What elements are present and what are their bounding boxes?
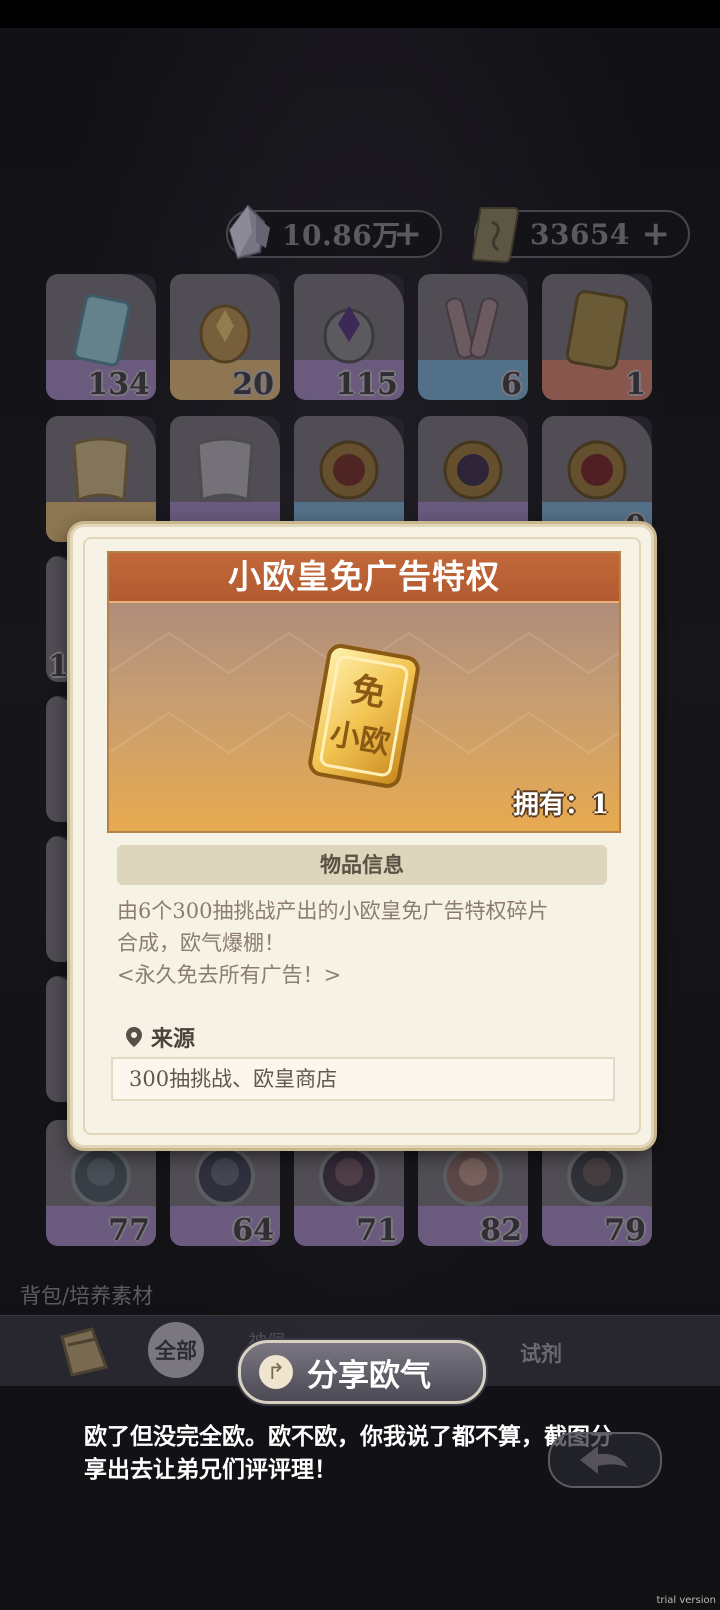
tab-all[interactable]: 全部 [148,1322,204,1378]
share-button[interactable]: ↱ 分享欧气 [238,1340,486,1404]
back-button[interactable] [548,1432,662,1488]
item-banner: 小欧皇免广告特权 免 小欧 拥有：1 [107,551,621,833]
back-arrow-icon [580,1446,628,1474]
desc-line: <永久免去所有广告！> [117,963,342,987]
location-pin-icon [126,1027,142,1047]
item-description: 由6个300抽挑战产出的小欧皇免广告特权碎片 合成，欧气爆棚！ <永久免去所有广… [117,895,617,991]
desc-line: 合成，欧气爆棚！ [117,931,285,955]
share-caption: 欧了但没完全欧。欧不欧，你我说了都不算，截图分享出去让弟兄们评评理！ [84,1423,613,1483]
desc-line: 由6个300抽挑战产出的小欧皇免广告特权碎片 [117,899,549,923]
backpack-icon [60,1327,108,1377]
tab-reagent[interactable]: 试剂 [520,1338,562,1368]
owned-count: 拥有：1 [512,790,609,820]
item-title: 小欧皇免广告特权 [109,553,619,603]
ticket-top-text: 免 [348,670,388,715]
free-ad-ticket-icon: 免 小欧 [308,644,420,788]
breadcrumb: 背包/培养素材 [20,1284,154,1308]
item-info-header: 物品信息 [117,845,607,885]
source-value: 300抽挑战、欧皇商店 [111,1057,615,1101]
watermark: trial version [656,1595,716,1606]
share-button-label: 分享欧气 [307,1357,431,1394]
share-arrow-icon: ↱ [259,1355,293,1389]
item-detail-popup: 小欧皇免广告特权 免 小欧 拥有：1 物品信息 由6个300抽挑战产出的小欧皇免… [70,524,654,1148]
source-heading: 来源 [125,1021,195,1053]
source-label: 来源 [151,1026,196,1052]
